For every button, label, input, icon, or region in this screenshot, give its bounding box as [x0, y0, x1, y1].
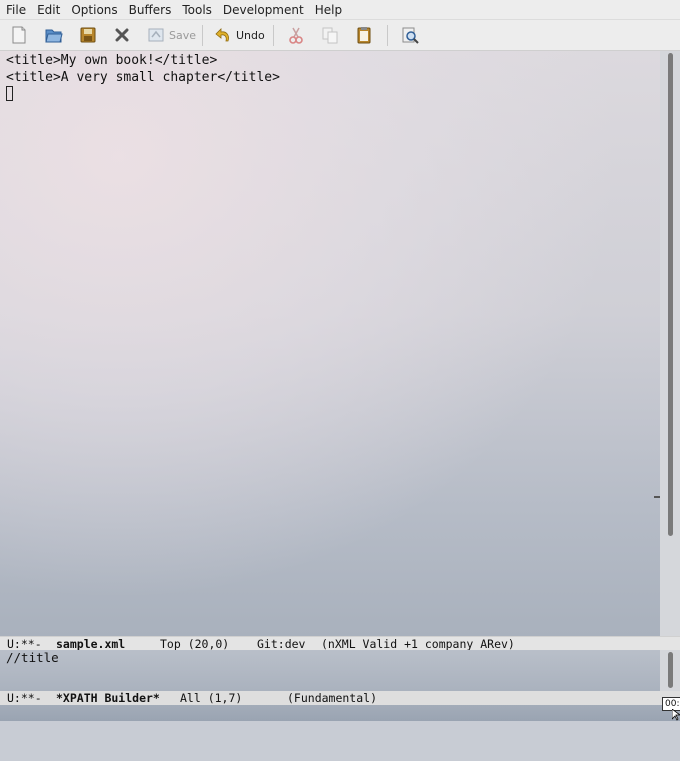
toolbar-separator	[202, 25, 203, 46]
open-folder-icon	[45, 29, 63, 43]
toolbar-separator	[273, 25, 274, 46]
undo-button[interactable]: Undo	[215, 24, 265, 46]
modeline-status: U:**-	[7, 637, 42, 651]
modeline-position: Top (20,0)	[160, 637, 230, 651]
menu-options[interactable]: Options	[65, 0, 122, 20]
mode-line[interactable]: U:**- sample.xml Top (20,0) Git:dev (nXM…	[0, 636, 680, 651]
menu-help[interactable]: Help	[309, 0, 347, 20]
mode-line-bottom[interactable]: U:**- *XPATH Builder* All (1,7) (Fundame…	[0, 691, 680, 705]
cut-button[interactable]	[286, 24, 306, 46]
floppy-disk-icon	[80, 27, 96, 43]
modeline-status: U:**-	[7, 691, 42, 705]
new-file-button[interactable]	[10, 24, 28, 46]
search-icon	[402, 27, 419, 44]
echo-area[interactable]	[0, 705, 680, 721]
clipboard-icon	[357, 27, 371, 44]
menu-development[interactable]: Development	[217, 0, 309, 20]
editor-scroll-thumb[interactable]	[668, 53, 673, 536]
menu-bar: File Edit Options Buffers Tools Developm…	[0, 0, 680, 20]
menu-tools[interactable]: Tools	[176, 0, 217, 20]
mouse-pointer-icon	[672, 709, 680, 721]
close-buffer-button[interactable]	[112, 24, 132, 46]
modeline-vc[interactable]: Git:dev	[257, 637, 305, 651]
modeline-buffer-name[interactable]: sample.xml	[56, 637, 125, 651]
menu-buffers[interactable]: Buffers	[123, 0, 177, 20]
save-label: Save	[169, 28, 197, 42]
xpath-builder-window[interactable]: //title	[0, 650, 660, 691]
paste-button[interactable]	[354, 24, 374, 46]
xpath-expression: //title	[6, 650, 59, 665]
save-icon	[148, 28, 164, 42]
copy-icon	[322, 27, 338, 44]
text-cursor	[6, 86, 13, 101]
open-file-button[interactable]	[44, 24, 64, 46]
modeline-modes[interactable]: (nXML Valid +1 company ARev)	[321, 637, 515, 651]
modeline-modes[interactable]: (Fundamental)	[287, 691, 377, 705]
editor-line: <title>My own book!</title>	[6, 53, 218, 68]
undo-icon	[215, 28, 229, 42]
search-button[interactable]	[400, 24, 420, 46]
toolbar: Save Undo	[0, 20, 680, 51]
copy-button[interactable]	[320, 24, 340, 46]
undo-label: Undo	[236, 28, 265, 42]
editor-area[interactable]: <title>My own book!</title> <title>A ver…	[0, 51, 660, 636]
editor-scrollbar[interactable]	[660, 51, 680, 636]
new-file-icon	[12, 26, 26, 44]
save-file-button[interactable]	[78, 24, 98, 46]
editor-line: <title>A very small chapter</title>	[6, 70, 280, 85]
menu-edit[interactable]: Edit	[31, 0, 65, 20]
xpath-scrollbar[interactable]	[660, 650, 680, 691]
close-icon	[115, 28, 129, 42]
toolbar-separator	[387, 25, 388, 46]
menu-file[interactable]: File	[0, 0, 31, 20]
save-button[interactable]: Save	[146, 24, 196, 46]
xpath-scroll-thumb[interactable]	[668, 652, 673, 688]
modeline-position: All (1,7)	[180, 691, 243, 705]
scissors-icon	[289, 27, 303, 44]
modeline-buffer-name[interactable]: *XPATH Builder*	[56, 691, 160, 705]
editor-text: <title>My own book!</title> <title>A ver…	[6, 52, 280, 86]
